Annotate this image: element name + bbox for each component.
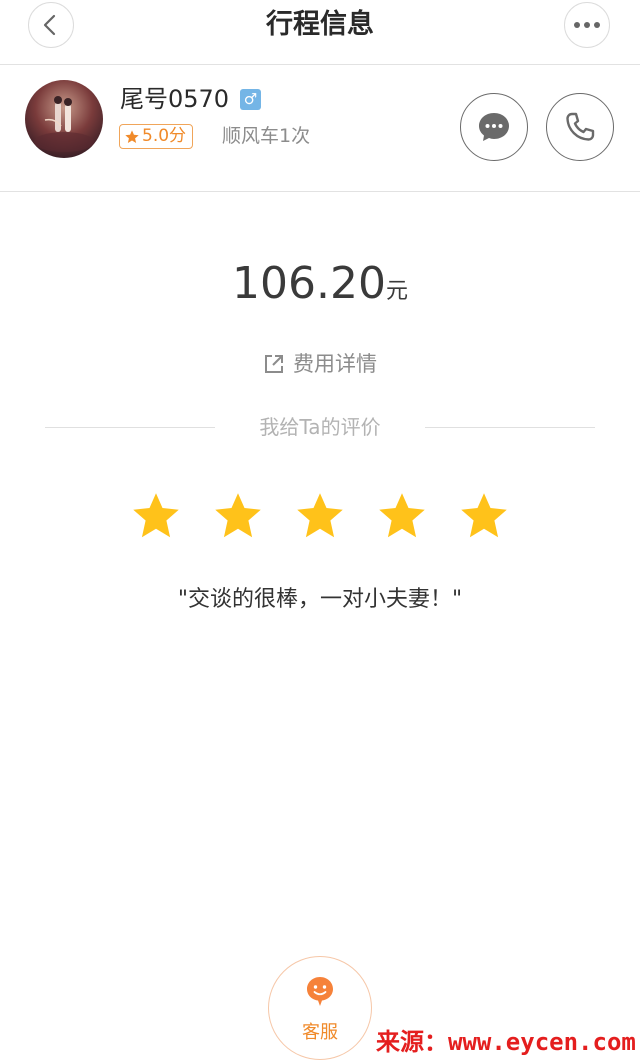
- customer-service-icon: [307, 977, 333, 1006]
- star-icon-3[interactable]: [294, 490, 346, 542]
- male-gender-badge: ♂: [240, 89, 261, 110]
- fare-detail-label: 费用详情: [293, 352, 377, 376]
- rating-stars: [0, 490, 640, 542]
- page-title: 行程信息: [266, 9, 374, 40]
- rating-score: 5.0分: [142, 126, 187, 146]
- phone-icon: [566, 112, 595, 141]
- star-icon-2[interactable]: [212, 490, 264, 542]
- call-button[interactable]: [546, 93, 614, 161]
- rating-section-title: 我给Ta的评价: [259, 415, 381, 439]
- source-watermark: 来源：www.eycen.com: [376, 1028, 636, 1056]
- avatar[interactable]: [25, 80, 103, 158]
- top-nav-bar: 行程信息: [0, 0, 640, 65]
- customer-service-label: 客服: [302, 1022, 338, 1043]
- star-icon-5[interactable]: [458, 490, 510, 542]
- chat-bubble-icon: [479, 113, 509, 141]
- rating-comment: "交谈的很棒，一对小夫妻！": [177, 587, 463, 612]
- trip-count: 顺风车1次: [222, 125, 311, 147]
- chat-button[interactable]: [460, 93, 528, 161]
- trip-info-page: 行程信息 尾号0570 ♂ 5.0分 顺风车1次 106.20元 费用详情 我给…: [0, 0, 640, 1062]
- customer-service-button[interactable]: 客服: [268, 956, 372, 1060]
- star-icon-1[interactable]: [130, 490, 182, 542]
- more-horizontal-icon: [574, 22, 600, 28]
- external-link-icon: [265, 355, 283, 373]
- driver-info-card: 尾号0570 ♂ 5.0分 顺风车1次: [0, 65, 640, 192]
- fare-unit: 元: [385, 279, 408, 304]
- fare-detail-link[interactable]: 费用详情: [0, 348, 640, 380]
- driver-name: 尾号0570: [120, 85, 230, 113]
- rating-badge: 5.0分: [119, 124, 194, 149]
- star-icon-4[interactable]: [376, 490, 428, 542]
- fare-total: 106.20元: [0, 254, 640, 314]
- fare-amount: 106.20: [232, 258, 386, 309]
- star-icon: [125, 129, 139, 143]
- more-button[interactable]: [564, 2, 610, 48]
